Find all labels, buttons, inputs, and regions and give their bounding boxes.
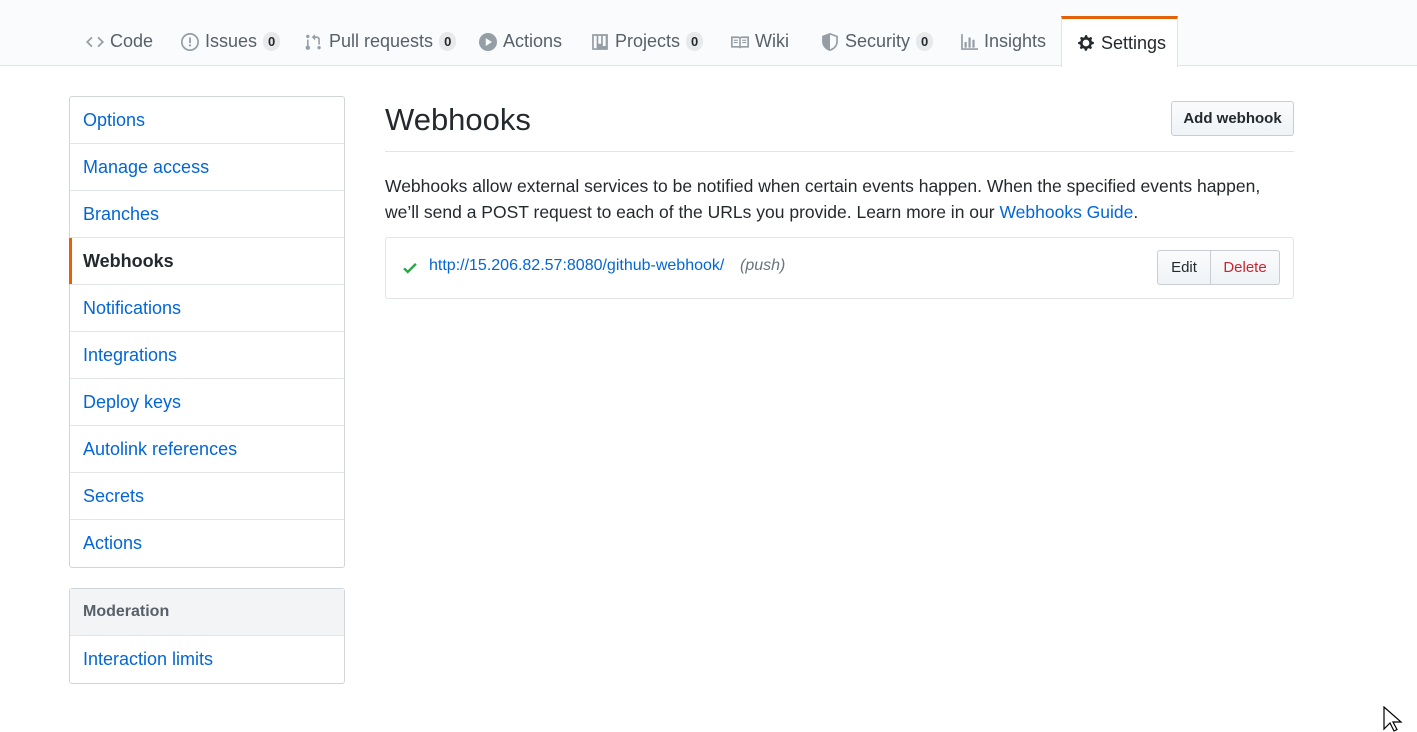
pull-requests-counter: 0 [439,32,457,51]
sidebar-item-autolink-references[interactable]: Autolink references [70,426,344,473]
edit-webhook-button[interactable]: Edit [1157,250,1211,285]
sidebar-item-integrations[interactable]: Integrations [70,332,344,379]
tab-issues[interactable]: Issues 0 [165,16,296,66]
tab-settings-label: Settings [1101,32,1167,53]
add-webhook-button[interactable]: Add webhook [1171,101,1294,136]
tab-wiki-label: Wiki [755,31,789,51]
gear-icon [1077,34,1095,52]
projects-counter: 0 [686,32,704,51]
description-period: . [1133,202,1139,222]
sidebar-item-interaction-limits[interactable]: Interaction limits [70,636,344,683]
sidebar-item-label: Notifications [83,297,182,318]
pull-request-icon [305,33,323,51]
sidebar-item-secrets[interactable]: Secrets [70,473,344,520]
sidebar-item-label: Options [83,109,146,130]
book-icon [731,33,749,51]
tab-code[interactable]: Code [70,16,169,66]
tab-actions-label: Actions [503,31,563,51]
issues-counter: 0 [263,32,281,51]
tab-settings[interactable]: Settings [1061,16,1178,67]
tab-insights[interactable]: Insights [944,16,1062,66]
page-title: Webhooks [385,102,531,137]
tab-projects-label: Projects [615,31,681,51]
tab-issues-label: Issues [205,31,258,51]
settings-menu: Options Manage access Branches Webhooks … [69,96,345,568]
webhook-actions: Edit Delete [1157,250,1280,285]
mouse-cursor-icon [1383,706,1403,732]
tab-actions[interactable]: Actions [463,16,578,66]
sidebar-item-label: Branches [83,203,160,224]
check-icon [401,259,419,277]
webhooks-description: Webhooks allow external services to be n… [385,173,1297,225]
webhook-list-item: http://15.206.82.57:8080/github-webhook/… [385,237,1294,299]
delete-webhook-button[interactable]: Delete [1210,250,1280,285]
sidebar-item-label: Secrets [83,485,145,506]
sidebar-item-label: Integrations [83,344,178,365]
sidebar-item-label: Webhooks [83,250,174,271]
tab-security-label: Security [845,31,911,51]
page-subhead: Webhooks Add webhook [385,96,1294,152]
webhooks-guide-link[interactable]: Webhooks Guide [999,202,1133,222]
sidebar-item-deploy-keys[interactable]: Deploy keys [70,379,344,426]
issue-icon [181,32,199,51]
sidebar-item-notifications[interactable]: Notifications [70,285,344,332]
graph-icon [960,33,978,51]
tab-security[interactable]: Security 0 [805,16,949,66]
sidebar-item-label: Interaction limits [83,649,214,669]
security-counter: 0 [916,32,934,51]
sidebar-item-manage-access[interactable]: Manage access [70,144,344,191]
sidebar-item-options[interactable]: Options [70,97,344,144]
webhook-url-link[interactable]: http://15.206.82.57:8080/github-webhook/ [429,257,724,275]
sidebar-item-label: Deploy keys [83,391,182,412]
tab-projects[interactable]: Projects 0 [575,16,719,66]
sidebar-item-label: Manage access [83,156,210,177]
webhook-events: (push) [740,257,786,274]
sidebar-item-label: Autolink references [83,438,238,459]
tab-code-label: Code [110,31,154,51]
sidebar-item-webhooks[interactable]: Webhooks [69,238,344,285]
tab-pull-requests-label: Pull requests [329,31,434,51]
sidebar-item-label: Actions [83,533,143,553]
code-icon [86,33,104,51]
moderation-heading: Moderation [70,589,344,636]
moderation-menu: Moderation Interaction limits [69,588,345,684]
sidebar-item-actions[interactable]: Actions [70,520,344,567]
sidebar-item-branches[interactable]: Branches [70,191,344,238]
shield-icon [821,32,839,51]
repo-nav: Code Issues 0 Pull requests 0 Actions Pr… [0,0,1417,67]
tab-wiki[interactable]: Wiki [715,16,805,66]
project-icon [591,33,609,51]
tab-pull-requests[interactable]: Pull requests 0 [289,16,472,66]
tab-insights-label: Insights [984,31,1047,51]
play-icon [479,32,497,51]
